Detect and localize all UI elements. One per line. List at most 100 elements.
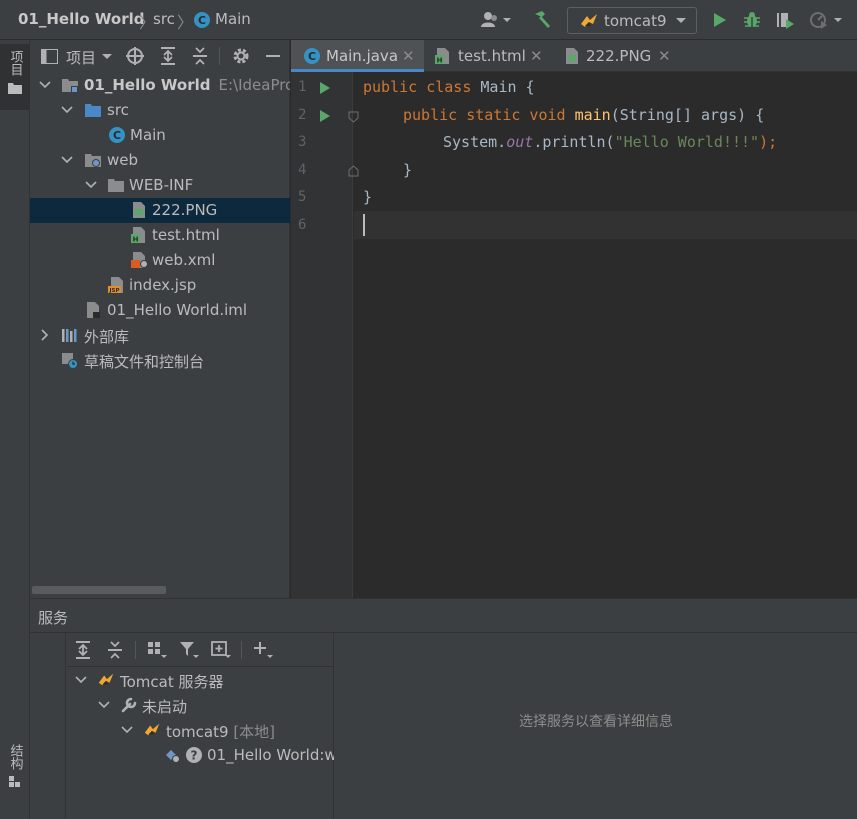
collapse-all-button[interactable] [189, 45, 211, 67]
close-icon[interactable]: ✕ [658, 47, 671, 65]
project-tool-tab[interactable]: 项目 [0, 44, 30, 110]
profile-button[interactable] [806, 8, 846, 32]
tab-label: test.html [458, 47, 526, 65]
tree-item-web-inf[interactable]: WEB-INF [30, 173, 290, 198]
svg-text:JSP: JSP [108, 288, 119, 294]
tree-item-src[interactable]: src [30, 98, 290, 123]
expand-all-icon [76, 641, 90, 659]
structure-tool-tab[interactable]: 结构 [0, 738, 30, 798]
code-editor[interactable]: 1 2 3 4 5 6 public class Main { public s… [291, 72, 857, 598]
services-panel: 服务 Tomcat 服务器 未启动 tomcat9 [本地] ? 01_Hell… [30, 598, 857, 819]
debug-button[interactable] [740, 8, 764, 32]
breadcrumb-file[interactable]: Main [215, 10, 251, 28]
scratches-icon [62, 353, 78, 369]
tree-item-web[interactable]: web [30, 148, 290, 173]
close-icon[interactable]: ✕ [530, 47, 543, 65]
tab-main-java[interactable]: C Main.java ✕ [291, 40, 424, 72]
java-class-icon: C [109, 127, 125, 143]
line-number: 6 [298, 217, 307, 233]
build-button[interactable] [530, 8, 554, 32]
close-icon[interactable]: ✕ [402, 47, 415, 65]
tab-label: 222.PNG [586, 47, 652, 65]
horizontal-scrollbar[interactable] [32, 586, 166, 594]
java-class-icon: C [193, 11, 211, 33]
play-icon [714, 13, 726, 27]
coverage-icon [777, 13, 794, 29]
tree-item-label: 草稿文件和控制台 [84, 353, 205, 371]
chevron-down-icon [98, 701, 110, 709]
svg-text:C: C [308, 50, 316, 63]
current-line-highlight [354, 211, 857, 239]
collapse-all-icon [193, 47, 207, 65]
code-line-3: System.out.println("Hello World!!!"); [443, 133, 778, 151]
line-number: 4 [298, 162, 307, 178]
chevron-down-icon [121, 726, 133, 734]
editor-gutter: 1 2 3 4 5 6 [291, 72, 359, 598]
tree-item-index-jsp[interactable]: JSP index.jsp [30, 273, 290, 298]
xml-file-icon [131, 252, 148, 268]
group-by-button[interactable] [145, 639, 169, 661]
question-icon: ? [186, 747, 202, 763]
tab-test-html[interactable]: H test.html ✕ [424, 40, 551, 72]
tree-item-label: test.html [152, 226, 220, 244]
new-tab-button[interactable] [209, 639, 233, 661]
tree-item-scratches[interactable]: 草稿文件和控制台 [30, 348, 290, 373]
account-button[interactable] [478, 8, 514, 32]
tree-item-label: web.xml [152, 251, 216, 269]
line-number: 2 [298, 107, 307, 123]
expand-all-button[interactable] [71, 639, 95, 661]
project-view-title[interactable]: 项目 [66, 47, 96, 68]
tree-item-main[interactable]: C Main [30, 123, 290, 148]
source-folder-icon [85, 104, 101, 117]
run-configuration-selector[interactable]: tomcat9 [567, 7, 697, 34]
collapse-all-button[interactable] [103, 639, 127, 661]
chevron-down-icon [85, 181, 97, 189]
expand-all-button[interactable] [157, 45, 179, 67]
tree-item-project-root[interactable]: 01_Hello WorldE:\IdeaProje [30, 73, 290, 98]
service-item-artifact[interactable]: ? 01_Hello World:w [67, 743, 334, 768]
run-button[interactable] [707, 8, 731, 32]
fold-marker-icon[interactable] [348, 165, 359, 177]
breadcrumb-separator: 〉 [177, 13, 194, 32]
fold-marker-icon[interactable] [348, 111, 359, 123]
crosshair-icon [126, 47, 144, 65]
tree-item-web-xml[interactable]: web.xml [30, 248, 290, 273]
code-line-5: } [363, 188, 373, 206]
left-tool-stripe: 项目 结构 [0, 40, 30, 819]
tree-item-iml[interactable]: 01_Hello World.iml [30, 298, 290, 323]
breadcrumb-folder[interactable]: src [153, 10, 175, 28]
run-gutter-icon[interactable] [319, 110, 331, 122]
locate-file-button[interactable] [124, 45, 146, 67]
tab-222-png[interactable]: 222.PNG ✕ [551, 40, 676, 72]
line-number: 3 [298, 134, 307, 150]
chevron-down-icon [675, 13, 687, 31]
filter-button[interactable] [177, 639, 201, 661]
services-side-toolbar [30, 633, 66, 819]
chevron-down-icon[interactable] [101, 49, 113, 67]
add-service-button[interactable] [251, 639, 275, 661]
tree-item-test-html[interactable]: H test.html [30, 223, 290, 248]
structure-icon [9, 776, 20, 787]
service-item-tomcat-server[interactable]: Tomcat 服务器 [67, 668, 334, 693]
service-item-tomcat9[interactable]: tomcat9 [本地] [67, 718, 334, 743]
chevron-down-icon [39, 81, 51, 89]
services-tree: Tomcat 服务器 未启动 tomcat9 [本地] ? 01_Hello W… [67, 633, 334, 819]
svg-text:H: H [133, 236, 139, 244]
service-item-not-started[interactable]: 未启动 [67, 693, 334, 718]
run-gutter-icon[interactable] [319, 82, 331, 94]
run-with-coverage-button[interactable] [773, 8, 797, 32]
project-toolbar: 项目 [30, 40, 290, 72]
tab-label: Main.java [326, 47, 399, 65]
collapse-all-icon [108, 641, 122, 659]
tree-item-label: 01_Hello WorldE:\IdeaProje [84, 76, 290, 94]
breadcrumb-project[interactable]: 01_Hello World [18, 10, 145, 28]
hide-panel-button[interactable] [262, 45, 284, 67]
tree-item-222-png[interactable]: 222.PNG [30, 198, 290, 223]
bug-icon [744, 12, 760, 27]
settings-button[interactable] [230, 45, 252, 67]
library-icon [62, 329, 77, 342]
toolbar-divider [219, 47, 220, 65]
code-line-1: public class Main { [363, 78, 535, 96]
tree-item-external-libraries[interactable]: 外部库 [30, 323, 290, 348]
hammer-icon [535, 11, 550, 28]
